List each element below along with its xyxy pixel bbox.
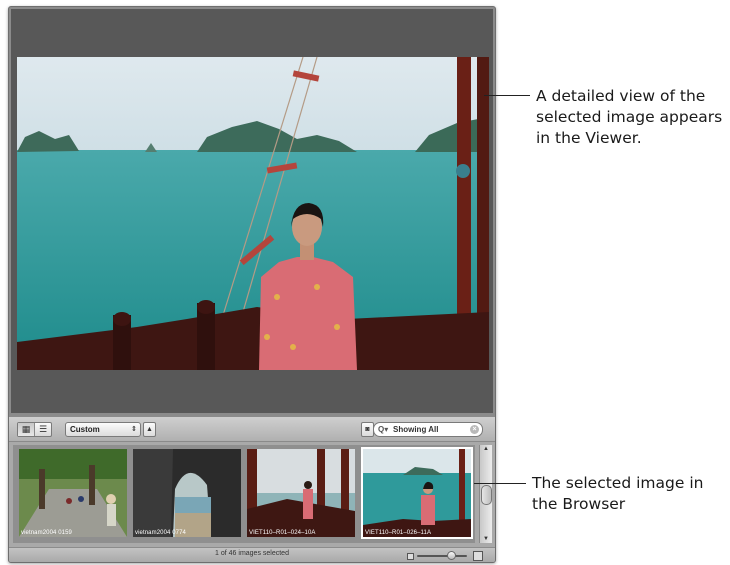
search-field[interactable]: Q▾ Showing All × (373, 422, 483, 437)
thumbnail-026-11a-selected[interactable]: VIET110–R01–026–11A (361, 447, 473, 539)
viewer (11, 9, 493, 413)
browser-callout: The selected image in the Browser (532, 473, 703, 515)
thumbnail-0774[interactable]: vietnam2004 0774 (133, 449, 241, 537)
viewer-callout-line-1: A detailed view of the (536, 87, 706, 105)
filter-popup[interactable]: Custom ⇕ (65, 422, 141, 437)
browser-callout-line-1: The selected image in (532, 474, 704, 492)
browser: ▦ ☰ Custom ⇕ ▲ ◙ Q▾ Showing All × vietna… (9, 417, 495, 562)
thumbnail-caption: vietnam2004 0159 (21, 530, 72, 536)
large-thumbnail-icon (473, 551, 483, 561)
scroll-up-arrow-icon[interactable]: ▲ (480, 446, 492, 452)
thumbnail-0159[interactable]: vietnam2004 0159 (19, 449, 127, 537)
view-mode-segmented: ▦ ☰ (17, 422, 52, 437)
popup-arrows-icon: ⇕ (131, 426, 137, 433)
viewer-image[interactable] (17, 57, 489, 370)
grid-view-button[interactable]: ▦ (18, 423, 34, 436)
viewer-callout: A detailed view of the selected image ap… (536, 86, 722, 149)
thumbnail-strip: vietnam2004 0159 vietnam2004 0774 VIET11… (13, 445, 475, 543)
aperture-window: ▦ ☰ Custom ⇕ ▲ ◙ Q▾ Showing All × vietna… (8, 6, 496, 563)
clear-search-icon[interactable]: × (470, 425, 479, 434)
browser-callout-line (474, 483, 526, 484)
filter-hud-button[interactable]: ▲ (143, 422, 156, 437)
browser-toolbar: ▦ ☰ Custom ⇕ ▲ ◙ Q▾ Showing All × (9, 417, 495, 442)
scroll-down-arrow-icon[interactable]: ▼ (480, 536, 492, 542)
search-field-value: Showing All (393, 425, 439, 434)
thumbnail-caption: vietnam2004 0774 (135, 530, 186, 536)
thumbnail-caption: VIET110–R01–024–10A (249, 530, 316, 536)
thumbnail-026-11a-image (363, 449, 471, 537)
thumbnail-size-slider[interactable] (417, 555, 467, 557)
small-thumbnail-icon (407, 553, 414, 560)
browser-callout-line-2: the Browser (532, 495, 626, 513)
thumbnail-024-10a-graphic (247, 449, 355, 537)
filter-popup-value: Custom (70, 425, 100, 434)
viewer-callout-line-3: in the Viewer. (536, 129, 642, 147)
thumbnail-024-10a[interactable]: VIET110–R01–024–10A (247, 449, 355, 537)
browser-status-bar: 1 of 46 images selected (9, 547, 495, 562)
viewer-callout-line-2: selected image appears (536, 108, 723, 126)
list-view-button[interactable]: ☰ (34, 423, 51, 436)
browser-scrollbar[interactable]: ▲ ▼ (479, 445, 492, 543)
thumbnail-0159-graphic (19, 449, 127, 537)
viewer-photo-graphic (17, 57, 489, 370)
viewer-callout-line (484, 95, 530, 96)
scroll-thumb[interactable] (481, 485, 492, 505)
thumbnail-size-slider-knob[interactable] (447, 551, 456, 560)
thumbnail-0774-image (133, 449, 241, 537)
search-icon: Q▾ (378, 425, 389, 434)
thumbnail-0159-image (19, 449, 127, 537)
thumbnail-024-10a-image (247, 449, 355, 537)
thumbnail-caption: VIET110–R01–026–11A (365, 530, 432, 536)
thumbnail-0774-graphic (133, 449, 241, 537)
thumbnail-026-11a-graphic (363, 449, 471, 537)
